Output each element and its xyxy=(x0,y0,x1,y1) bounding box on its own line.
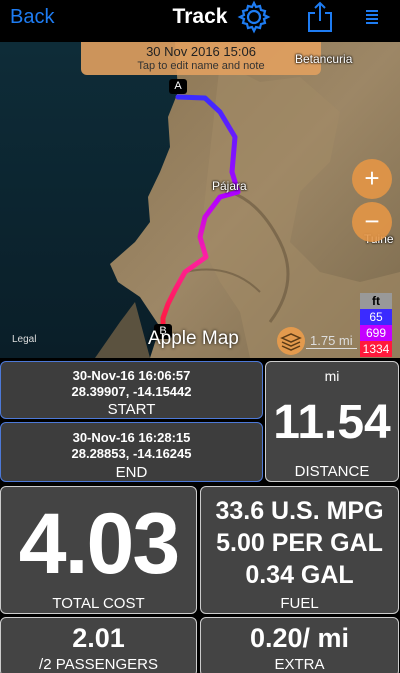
zoom-in-button[interactable]: + xyxy=(352,159,392,199)
distance-unit: mi xyxy=(324,368,340,384)
total-cost-label: TOTAL COST xyxy=(52,595,145,612)
map-scale: 1.75 mi xyxy=(306,333,357,349)
track-map[interactable]: 30 Nov 2016 15:06 Tap to edit name and n… xyxy=(0,42,400,358)
total-cost-value: 4.03 xyxy=(18,496,180,592)
start-datetime: 30-Nov-16 16:06:57 xyxy=(72,368,191,383)
elevation-unit: ft xyxy=(360,293,392,309)
elevation-high: 1334 xyxy=(360,341,392,357)
start-label: START xyxy=(107,401,156,418)
elevation-low: 65 xyxy=(360,309,392,325)
fuel-label: FUEL xyxy=(280,595,319,612)
menu-icon[interactable] xyxy=(364,9,380,25)
distance-panel[interactable]: mi 11.54 DISTANCE xyxy=(265,361,399,482)
extra-panel[interactable]: 0.20/ mi EXTRA xyxy=(200,617,399,673)
elevation-mid: 699 xyxy=(360,325,392,341)
end-panel[interactable]: 30-Nov-16 16:28:15 28.28853, -14.16245 E… xyxy=(0,422,263,482)
zoom-out-button[interactable]: − xyxy=(352,202,392,242)
nav-bar: Back Track xyxy=(0,0,400,42)
legal-link[interactable]: Legal xyxy=(12,334,36,345)
end-coords: 28.28853, -14.16245 xyxy=(71,446,192,461)
back-button[interactable]: Back xyxy=(10,6,54,29)
distance-label: DISTANCE xyxy=(294,463,370,480)
place-label: Betancuria xyxy=(295,52,353,66)
fuel-mpg: 33.6 U.S. MPG xyxy=(215,497,384,525)
elevation-legend: ft 65 699 1334 xyxy=(360,293,392,357)
passengers-panel[interactable]: 2.01 /2 PASSENGERS xyxy=(0,617,197,673)
passengers-label: /2 PASSENGERS xyxy=(39,656,158,673)
banner-date: 30 Nov 2016 15:06 xyxy=(146,44,256,59)
fuel-panel[interactable]: 33.6 U.S. MPG 5.00 PER GAL 0.34 GAL FUEL xyxy=(200,486,399,614)
fuel-gallons: 0.34 GAL xyxy=(245,561,354,589)
extra-label: EXTRA xyxy=(274,656,325,673)
share-icon[interactable] xyxy=(306,0,334,34)
map-type-label[interactable]: Apple Map xyxy=(148,328,239,350)
layers-icon[interactable] xyxy=(277,327,305,355)
gear-icon[interactable] xyxy=(237,0,271,34)
start-panel[interactable]: 30-Nov-16 16:06:57 28.39907, -14.15442 S… xyxy=(0,361,263,419)
banner-hint: Tap to edit name and note xyxy=(137,60,265,72)
start-marker[interactable]: A xyxy=(169,79,187,94)
end-datetime: 30-Nov-16 16:28:15 xyxy=(72,430,191,445)
passengers-value: 2.01 xyxy=(72,623,125,653)
satellite-terrain xyxy=(0,42,400,358)
start-coords: 28.39907, -14.15442 xyxy=(71,384,192,399)
place-label: Pájara xyxy=(212,179,247,193)
end-label: END xyxy=(115,464,148,481)
track-name-banner[interactable]: 30 Nov 2016 15:06 Tap to edit name and n… xyxy=(81,42,321,75)
distance-value: 11.54 xyxy=(273,396,391,449)
page-title: Track xyxy=(172,5,228,28)
total-cost-panel[interactable]: 4.03 TOTAL COST xyxy=(0,486,197,614)
extra-value: 0.20/ mi xyxy=(249,623,350,653)
fuel-price: 5.00 PER GAL xyxy=(216,529,383,557)
